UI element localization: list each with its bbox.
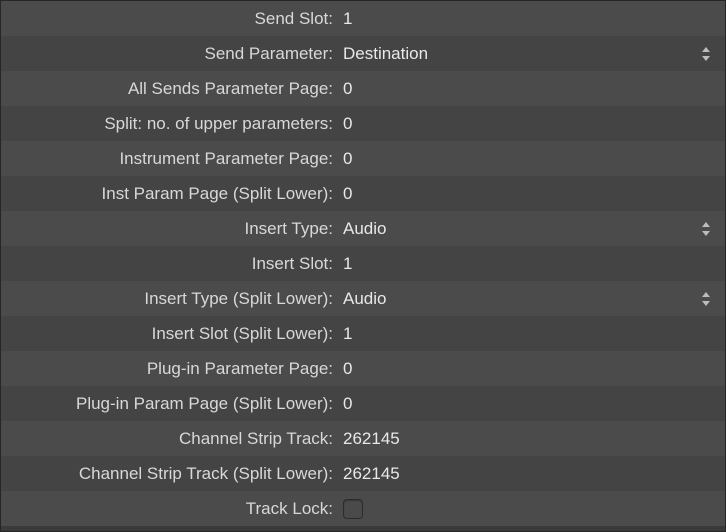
- label-insert-slot-split-lower: Insert Slot (Split Lower):: [1, 324, 341, 344]
- updown-arrows-icon: [699, 46, 713, 62]
- label-insert-slot: Insert Slot:: [1, 254, 341, 274]
- label-inst-param-page-split-lower: Inst Param Page (Split Lower):: [1, 184, 341, 204]
- label-all-sends-param-page: All Sends Parameter Page:: [1, 79, 341, 99]
- value-plugin-param-page[interactable]: 0: [341, 359, 717, 379]
- row-track-lock: Track Lock:: [1, 491, 725, 526]
- row-insert-type-split-lower: Insert Type (Split Lower): Audio: [1, 281, 725, 316]
- label-insert-type: Insert Type:: [1, 219, 341, 239]
- label-plugin-param-page-split-lower: Plug-in Param Page (Split Lower):: [1, 394, 341, 414]
- value-split-upper-params[interactable]: 0: [341, 114, 717, 134]
- row-inst-param-page-split-lower: Inst Param Page (Split Lower): 0: [1, 176, 725, 211]
- value-insert-slot-split-lower[interactable]: 1: [341, 324, 717, 344]
- checkbox-track-lock[interactable]: [343, 499, 363, 519]
- value-channel-strip-track-split-lower[interactable]: 262145: [341, 464, 717, 484]
- dropdown-value-insert-type-split-lower: Audio: [341, 289, 699, 309]
- label-send-parameter: Send Parameter:: [1, 44, 341, 64]
- row-split-upper-params: Split: no. of upper parameters: 0: [1, 106, 725, 141]
- row-insert-slot-split-lower: Insert Slot (Split Lower): 1: [1, 316, 725, 351]
- row-send-slot: Send Slot: 1: [1, 1, 725, 36]
- label-channel-strip-track: Channel Strip Track:: [1, 429, 341, 449]
- parameter-panel: Send Slot: 1 Send Parameter: Destination…: [0, 0, 726, 532]
- label-plugin-param-page: Plug-in Parameter Page:: [1, 359, 341, 379]
- row-all-sends-param-page: All Sends Parameter Page: 0: [1, 71, 725, 106]
- row-insert-slot: Insert Slot: 1: [1, 246, 725, 281]
- row-send-parameter: Send Parameter: Destination: [1, 36, 725, 71]
- value-instrument-param-page[interactable]: 0: [341, 149, 717, 169]
- label-insert-type-split-lower: Insert Type (Split Lower):: [1, 289, 341, 309]
- row-plugin-param-page-split-lower: Plug-in Param Page (Split Lower): 0: [1, 386, 725, 421]
- label-instrument-param-page: Instrument Parameter Page:: [1, 149, 341, 169]
- row-insert-type: Insert Type: Audio: [1, 211, 725, 246]
- row-instrument-param-page: Instrument Parameter Page: 0: [1, 141, 725, 176]
- label-channel-strip-track-split-lower: Channel Strip Track (Split Lower):: [1, 464, 341, 484]
- value-plugin-param-page-split-lower[interactable]: 0: [341, 394, 717, 414]
- value-insert-slot[interactable]: 1: [341, 254, 717, 274]
- row-channel-strip-track-split-lower: Channel Strip Track (Split Lower): 26214…: [1, 456, 725, 491]
- updown-arrows-icon: [699, 291, 713, 307]
- dropdown-send-parameter[interactable]: Destination: [341, 44, 717, 64]
- label-split-upper-params: Split: no. of upper parameters:: [1, 114, 341, 134]
- value-inst-param-page-split-lower[interactable]: 0: [341, 184, 717, 204]
- updown-arrows-icon: [699, 221, 713, 237]
- label-send-slot: Send Slot:: [1, 9, 341, 29]
- dropdown-insert-type[interactable]: Audio: [341, 219, 717, 239]
- dropdown-value-insert-type: Audio: [341, 219, 699, 239]
- dropdown-insert-type-split-lower[interactable]: Audio: [341, 289, 717, 309]
- value-all-sends-param-page[interactable]: 0: [341, 79, 717, 99]
- value-channel-strip-track[interactable]: 262145: [341, 429, 717, 449]
- row-plugin-param-page: Plug-in Parameter Page: 0: [1, 351, 725, 386]
- value-send-slot[interactable]: 1: [341, 9, 717, 29]
- label-track-lock: Track Lock:: [1, 499, 341, 519]
- dropdown-value-send-parameter: Destination: [341, 44, 699, 64]
- row-channel-strip-track: Channel Strip Track: 262145: [1, 421, 725, 456]
